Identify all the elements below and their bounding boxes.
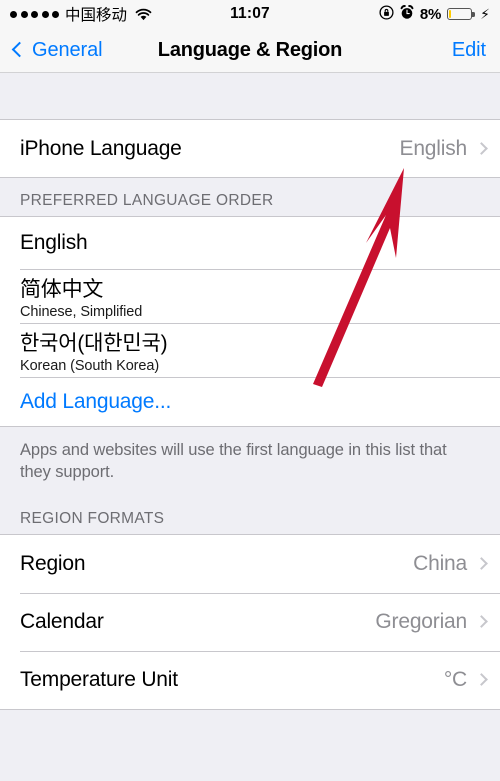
chevron-right-icon: [475, 557, 488, 570]
row-add-language[interactable]: Add Language...: [0, 377, 500, 426]
row-text-stack: 한국어(대한민국) Korean (South Korea): [20, 327, 168, 374]
row-subtitle: Chinese, Simplified: [20, 303, 143, 320]
row-title: 한국어(대한민국): [20, 331, 168, 355]
row-title: Region: [20, 551, 86, 575]
iphone-settings-screen: 中国移动 11:07 8% ⚡ General Language & Regio…: [0, 0, 500, 781]
row-temperature-unit[interactable]: Temperature Unit °C: [0, 650, 500, 709]
status-bar-left: 中国移动: [10, 3, 152, 25]
region-formats-group: Region China Calendar Gregorian Temperat…: [0, 533, 500, 710]
row-value: Gregorian: [375, 609, 467, 633]
row-title: Calendar: [20, 609, 104, 633]
back-button-label: General: [32, 38, 103, 61]
row-title: 简体中文: [20, 277, 104, 301]
row-title: iPhone Language: [20, 136, 182, 160]
row-language-english[interactable]: English: [0, 217, 500, 269]
row-title: English: [20, 231, 88, 254]
navigation-bar: General Language & Region Edit: [0, 28, 500, 73]
row-subtitle: Korean (South Korea): [20, 357, 160, 374]
lightning-bolt-icon: ⚡: [480, 5, 490, 22]
battery-icon: [447, 8, 475, 20]
row-accessory: English: [399, 136, 488, 161]
settings-table: iPhone Language English PREFERRED LANGUA…: [0, 73, 500, 710]
wifi-icon: [135, 8, 152, 21]
battery-percent-label: 8%: [419, 5, 442, 23]
row-value: English: [399, 136, 468, 160]
section-header-region-formats: REGION FORMATS: [0, 495, 500, 534]
status-bar: 中国移动 11:07 8% ⚡: [0, 0, 500, 28]
row-value: China: [413, 551, 467, 575]
section-header-preferred-language-order: PREFERRED LANGUAGE ORDER: [0, 178, 500, 216]
alarm-clock-icon: [400, 4, 414, 24]
row-iphone-language[interactable]: iPhone Language English: [0, 120, 500, 177]
chevron-right-icon: [475, 673, 488, 686]
section-footer-preferred-language-order: Apps and websites will use the first lan…: [0, 427, 500, 496]
row-accessory: Gregorian: [375, 609, 488, 634]
preferred-language-order-group: English 简体中文 Chinese, Simplified 한국어(대한민…: [0, 216, 500, 427]
row-value: °C: [443, 667, 467, 691]
row-accessory: China: [413, 551, 488, 576]
chevron-right-icon: [475, 142, 488, 155]
signal-strength-dots-icon: [10, 10, 59, 18]
row-accessory: °C: [443, 667, 488, 692]
chevron-right-icon: [475, 615, 488, 628]
row-calendar[interactable]: Calendar Gregorian: [0, 592, 500, 651]
iphone-language-group: iPhone Language English: [0, 119, 500, 178]
row-region[interactable]: Region China: [0, 534, 500, 593]
carrier-label: 中国移动: [65, 7, 128, 24]
row-language-korean[interactable]: 한국어(대한민국) Korean (South Korea): [0, 323, 500, 377]
rotation-lock-icon: [379, 4, 394, 24]
top-spacer: [0, 73, 500, 119]
row-text-stack: 简体中文 Chinese, Simplified: [20, 273, 142, 320]
back-button[interactable]: General: [11, 38, 103, 62]
chevron-left-icon: [11, 41, 28, 58]
row-title: Temperature Unit: [20, 667, 178, 691]
add-language-label: Add Language...: [20, 389, 172, 413]
edit-button[interactable]: Edit: [452, 39, 486, 62]
row-language-chinese-simplified[interactable]: 简体中文 Chinese, Simplified: [0, 269, 500, 323]
status-bar-right: 8% ⚡: [379, 4, 490, 24]
